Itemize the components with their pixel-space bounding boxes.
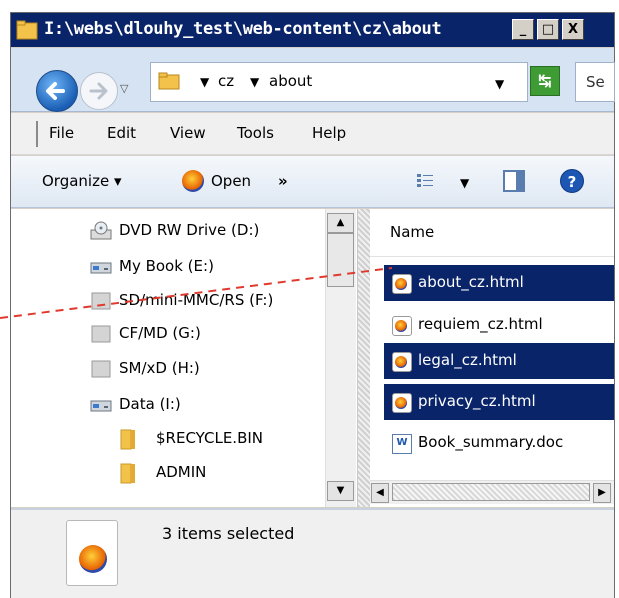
firefox-icon (182, 170, 204, 192)
word-doc-icon: W (392, 434, 412, 454)
address-dropdown-icon[interactable]: ▼ (495, 77, 504, 91)
tree-item-label: ADMIN (156, 463, 207, 481)
firefox-html-icon (392, 352, 412, 372)
tree-item-label: Data (I:) (119, 395, 181, 413)
tree-item-label: SM/xD (H:) (119, 359, 200, 377)
scroll-down-icon[interactable]: ▼ (327, 481, 354, 501)
history-dropdown-icon[interactable]: ▽ (120, 82, 128, 95)
drag-indicator-line (0, 267, 393, 319)
folder-icon (120, 429, 135, 450)
folder-icon (16, 20, 38, 40)
tree-item-label: $RECYCLE.BIN (156, 429, 264, 447)
tree-item-label: CF/MD (G:) (119, 324, 201, 342)
file-row[interactable]: legal_cz.html (384, 343, 614, 379)
file-name: Book_summary.doc (418, 433, 564, 451)
views-dropdown-icon[interactable]: ▼ (460, 176, 469, 190)
preview-pane-icon[interactable] (503, 170, 525, 192)
breadcrumb-cz[interactable]: cz (218, 72, 234, 90)
breadcrumb-arrow-icon[interactable]: ▼ (200, 75, 209, 89)
forward-button[interactable] (80, 72, 118, 110)
removable-drive-icon (91, 325, 111, 343)
file-name: about_cz.html (418, 273, 524, 291)
menu-grip (36, 121, 38, 147)
scroll-up-icon[interactable]: ▲ (327, 213, 354, 233)
file-name: privacy_cz.html (418, 392, 536, 410)
file-name: requiem_cz.html (418, 315, 543, 333)
pane-splitter[interactable] (358, 209, 370, 507)
folder-icon (120, 463, 135, 484)
tree-item-label: DVD RW Drive (D:) (119, 221, 260, 239)
search-input[interactable]: Se (575, 62, 615, 102)
more-commands-button[interactable]: » (278, 172, 288, 190)
help-icon[interactable]: ? (560, 169, 584, 193)
menu-file[interactable]: File (49, 124, 74, 142)
menu-tools[interactable]: Tools (237, 124, 274, 142)
selection-status: 3 items selected (162, 524, 295, 543)
folder-icon (158, 72, 180, 90)
hard-drive-icon (90, 400, 112, 412)
open-button[interactable]: Open (211, 172, 251, 190)
file-name: legal_cz.html (418, 351, 517, 369)
window-title: I:\webs\dlouhy_test\web-content\cz\about (44, 19, 442, 39)
removable-drive-icon (91, 360, 111, 378)
refresh-button[interactable]: ↹ (530, 66, 560, 96)
breadcrumb-about[interactable]: about (269, 72, 312, 90)
file-row[interactable]: W Book_summary.doc (384, 425, 614, 461)
hscroll-thumb[interactable] (392, 483, 590, 501)
scroll-right-icon[interactable]: ▶ (593, 483, 611, 503)
minimize-button[interactable]: _ (512, 19, 534, 40)
maximize-button[interactable]: □ (537, 19, 559, 40)
file-row[interactable]: requiem_cz.html (384, 307, 614, 343)
organize-button[interactable]: Organize ▾ (42, 172, 122, 190)
views-icon[interactable] (416, 172, 434, 190)
arrow-left-icon (46, 82, 65, 100)
file-row[interactable]: about_cz.html (384, 265, 614, 301)
column-name[interactable]: Name (390, 223, 434, 241)
arrow-right-icon (89, 82, 108, 100)
menu-edit[interactable]: Edit (107, 124, 136, 142)
firefox-html-icon (66, 520, 118, 586)
firefox-html-icon (392, 393, 412, 413)
menu-view[interactable]: View (170, 124, 206, 142)
breadcrumb-arrow-icon[interactable]: ▼ (250, 75, 259, 89)
back-button[interactable] (36, 70, 78, 112)
refresh-icon: ↹ (538, 71, 552, 90)
close-button[interactable]: X (562, 19, 584, 40)
file-row[interactable]: privacy_cz.html (384, 384, 614, 420)
dvd-drive-icon (90, 221, 112, 240)
scroll-left-icon[interactable]: ◀ (371, 483, 389, 503)
menu-help[interactable]: Help (312, 124, 346, 142)
